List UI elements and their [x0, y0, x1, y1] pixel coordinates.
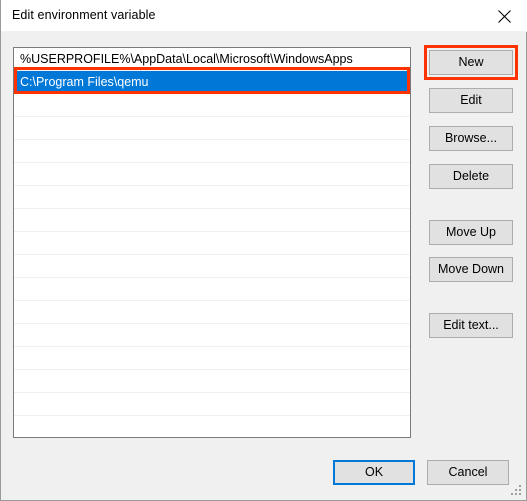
title-bar: Edit environment variable — [1, 0, 527, 32]
close-button[interactable] — [482, 0, 527, 31]
list-item-empty[interactable] — [14, 117, 410, 140]
resize-grip[interactable] — [510, 484, 522, 496]
list-item-empty[interactable] — [14, 209, 410, 232]
window-title: Edit environment variable — [12, 8, 156, 22]
list-item-empty[interactable] — [14, 393, 410, 416]
list-item-empty[interactable] — [14, 232, 410, 255]
list-item-empty[interactable] — [14, 278, 410, 301]
new-button[interactable]: New — [429, 50, 513, 75]
cancel-button[interactable]: Cancel — [427, 460, 509, 485]
ok-button[interactable]: OK — [333, 460, 415, 485]
edit-text-button[interactable]: Edit text... — [429, 313, 513, 338]
browse-button[interactable]: Browse... — [429, 126, 513, 151]
list-item-empty[interactable] — [14, 186, 410, 209]
list-item-empty[interactable] — [14, 416, 410, 437]
list-item-empty[interactable] — [14, 324, 410, 347]
list-item-empty[interactable] — [14, 347, 410, 370]
list-item-empty[interactable] — [14, 140, 410, 163]
list-item[interactable]: %USERPROFILE%\AppData\Local\Microsoft\Wi… — [14, 48, 410, 71]
path-list[interactable]: %USERPROFILE%\AppData\Local\Microsoft\Wi… — [13, 47, 411, 438]
edit-button[interactable]: Edit — [429, 88, 513, 113]
list-item-empty[interactable] — [14, 255, 410, 278]
list-item-empty[interactable] — [14, 94, 410, 117]
list-item-empty[interactable] — [14, 301, 410, 324]
edit-environment-variable-dialog: Edit environment variable %USERPROFILE%\… — [0, 0, 527, 501]
move-down-button[interactable]: Move Down — [429, 257, 513, 282]
move-up-button[interactable]: Move Up — [429, 220, 513, 245]
list-item-empty[interactable] — [14, 163, 410, 186]
delete-button[interactable]: Delete — [429, 164, 513, 189]
list-item-selected[interactable]: C:\Program Files\qemu — [14, 71, 410, 94]
list-item-empty[interactable] — [14, 370, 410, 393]
